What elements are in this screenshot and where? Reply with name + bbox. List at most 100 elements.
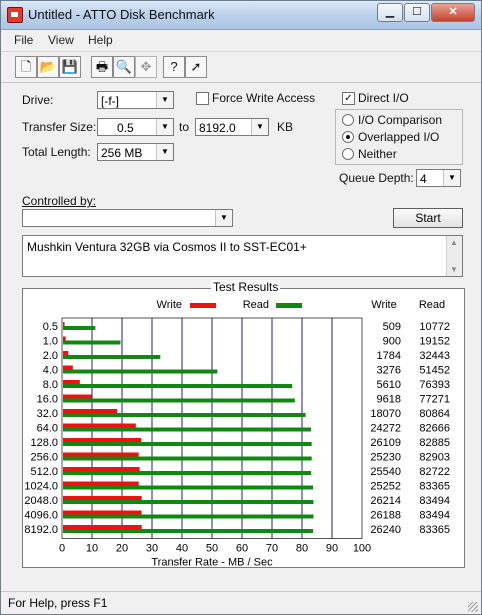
total-length-select[interactable]: 256 MB ▼ bbox=[97, 143, 174, 161]
read-value-label: 82666 bbox=[419, 423, 450, 435]
write-bar bbox=[63, 510, 142, 515]
total-length-value: 256 MB bbox=[101, 146, 143, 160]
force-write-checkbox[interactable] bbox=[196, 92, 209, 105]
resize-grip-icon[interactable] bbox=[468, 602, 478, 612]
test-results-box: Test Results Write Read Write Read 0 10 20 30 40… bbox=[22, 280, 465, 568]
read-bar bbox=[63, 456, 312, 461]
description-scrollbar[interactable]: ▲ ▼ bbox=[446, 236, 462, 276]
legend-read-label: Read bbox=[243, 299, 269, 311]
io-comparison-radio[interactable] bbox=[342, 114, 354, 126]
title-bar[interactable]: Untitled - ATTO Disk Benchmark ▁ ☐ ✕ bbox=[1, 1, 481, 30]
write-value-label: 25252 bbox=[370, 481, 401, 493]
open-folder-icon[interactable]: 📂 bbox=[37, 56, 59, 78]
io-comparison-label: I/O Comparison bbox=[358, 113, 443, 127]
category-label: 64.0 bbox=[37, 423, 58, 435]
x-axis-label: Transfer Rate - MB / Sec bbox=[151, 557, 273, 568]
read-value-label: 82885 bbox=[419, 437, 450, 449]
write-value-label: 25230 bbox=[370, 452, 401, 464]
description-textarea[interactable]: Mushkin Ventura 32GB via Cosmos II to SS… bbox=[22, 235, 463, 277]
new-file-icon[interactable]: 🗋 bbox=[15, 56, 37, 78]
read-bar bbox=[63, 485, 314, 490]
read-bar bbox=[63, 529, 314, 533]
scroll-down-icon[interactable]: ▼ bbox=[450, 265, 458, 274]
drive-select[interactable]: [-f-] ▼ bbox=[97, 91, 174, 109]
menu-view[interactable]: View bbox=[48, 33, 74, 47]
queue-depth-value: 4 bbox=[420, 172, 427, 186]
overlapped-io-radio[interactable] bbox=[342, 131, 354, 143]
write-bar bbox=[63, 336, 66, 341]
write-bar bbox=[63, 322, 65, 326]
legend-write-swatch bbox=[190, 303, 216, 308]
read-bar bbox=[63, 413, 306, 417]
menu-file[interactable]: File bbox=[14, 33, 33, 47]
queue-depth-select[interactable]: 4 ▼ bbox=[416, 169, 461, 187]
write-value-label: 25540 bbox=[370, 466, 401, 478]
write-bar bbox=[63, 409, 118, 413]
menu-help[interactable]: Help bbox=[88, 33, 113, 47]
column-header-read: Read bbox=[419, 299, 445, 311]
chevron-down-icon: ▼ bbox=[443, 170, 460, 186]
write-value-label: 26240 bbox=[370, 524, 401, 536]
neither-radio[interactable] bbox=[342, 148, 354, 160]
help-icon[interactable]: ? bbox=[163, 56, 185, 78]
category-label: 512.0 bbox=[30, 466, 58, 478]
x-tick-label: 60 bbox=[236, 543, 248, 555]
category-label: 8.0 bbox=[43, 379, 58, 391]
read-value-label: 82903 bbox=[419, 452, 450, 464]
print-icon[interactable]: 🖶 bbox=[91, 56, 113, 78]
write-bar bbox=[63, 496, 142, 500]
context-help-icon[interactable]: ➚ bbox=[185, 56, 207, 78]
total-length-label: Total Length: bbox=[22, 145, 91, 159]
chevron-down-icon: ▼ bbox=[215, 210, 232, 226]
read-value-label: 10772 bbox=[419, 321, 450, 333]
transfer-to-select[interactable]: 8192.0 ▼ bbox=[195, 118, 269, 136]
chevron-down-icon: ▼ bbox=[156, 144, 173, 160]
category-label: 0.5 bbox=[43, 321, 58, 333]
direct-io-checkbox[interactable]: ✓ bbox=[342, 92, 355, 105]
read-bar bbox=[63, 500, 314, 504]
x-tick-label: 20 bbox=[116, 543, 128, 555]
save-icon[interactable]: 💾 bbox=[59, 56, 81, 78]
write-bar bbox=[63, 438, 142, 442]
write-value-label: 900 bbox=[383, 336, 401, 348]
controlled-by-label: Controlled by: bbox=[22, 194, 97, 208]
controlled-by-select[interactable]: ▼ bbox=[22, 209, 233, 227]
read-bar bbox=[63, 427, 311, 432]
write-bar bbox=[63, 380, 80, 384]
read-bar bbox=[63, 355, 161, 359]
write-value-label: 3276 bbox=[377, 365, 401, 377]
read-bar bbox=[63, 326, 96, 330]
write-bar bbox=[63, 452, 139, 457]
write-bar bbox=[63, 423, 136, 428]
read-value-label: 83365 bbox=[419, 481, 450, 493]
x-tick-label: 50 bbox=[206, 543, 218, 555]
read-value-label: 83494 bbox=[419, 510, 450, 522]
read-value-label: 83365 bbox=[419, 524, 450, 536]
x-tick-label: 0 bbox=[59, 543, 65, 555]
transfer-to-label: to bbox=[179, 120, 190, 134]
close-button[interactable]: ✕ bbox=[431, 3, 475, 22]
minimize-button[interactable]: ▁ bbox=[377, 3, 403, 22]
write-value-label: 18070 bbox=[370, 408, 401, 420]
chevron-down-icon: ▼ bbox=[251, 119, 268, 135]
maximize-button[interactable]: ☐ bbox=[404, 3, 430, 22]
read-value-label: 77271 bbox=[419, 394, 450, 406]
queue-depth-label: Queue Depth: bbox=[339, 171, 414, 185]
write-value-label: 1784 bbox=[377, 350, 401, 362]
category-label: 128.0 bbox=[30, 437, 58, 449]
transfer-from-select[interactable]: 0.5 ▼ bbox=[97, 118, 174, 136]
read-bar bbox=[63, 514, 314, 519]
write-bar bbox=[63, 467, 140, 471]
read-bar bbox=[63, 398, 295, 403]
x-tick-label: 80 bbox=[296, 543, 308, 555]
move-icon[interactable]: ✥ bbox=[135, 56, 157, 78]
neither-label: Neither bbox=[358, 147, 397, 161]
scroll-up-icon[interactable]: ▲ bbox=[450, 238, 458, 247]
write-value-label: 26188 bbox=[370, 510, 401, 522]
write-value-label: 26214 bbox=[370, 495, 401, 507]
print-preview-icon[interactable]: 🔍 bbox=[113, 56, 135, 78]
write-value-label: 509 bbox=[383, 321, 401, 333]
chevron-down-icon: ▼ bbox=[156, 119, 173, 135]
start-button[interactable]: Start bbox=[393, 208, 463, 228]
x-tick-label: 40 bbox=[176, 543, 188, 555]
